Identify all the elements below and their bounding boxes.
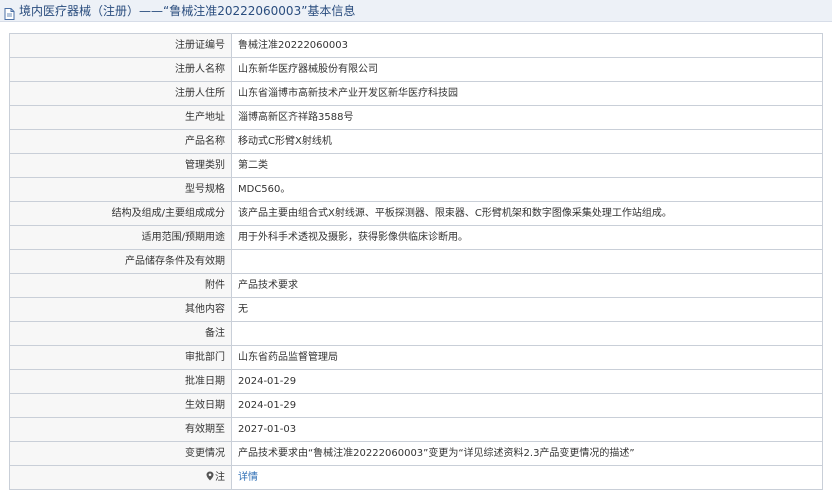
table-row: 注册证编号 鲁械注准20222060003 (9, 33, 823, 58)
field-value: 淄博高新区齐祥路3588号 (231, 105, 823, 130)
field-value: MDC560。 (231, 177, 823, 202)
table-row: 产品储存条件及有效期 (9, 249, 823, 274)
field-label: 注册证编号 (9, 33, 232, 58)
field-value: 该产品主要由组合式X射线源、平板探测器、限束器、C形臂机架和数字图像采集处理工作… (231, 201, 823, 226)
field-value (231, 321, 823, 346)
table-row: 批准日期 2024-01-29 (9, 369, 823, 394)
map-pin-icon (206, 467, 214, 481)
detail-link-cell: 详情 (231, 465, 823, 490)
detail-table-body: 注册证编号 鲁械注准20222060003 注册人名称 山东新华医疗器械股份有限公司… (9, 33, 823, 490)
field-label: 其他内容 (9, 297, 232, 322)
field-label: 管理类别 (9, 153, 232, 178)
table-row: 产品名称 移动式C形臂X射线机 (9, 129, 823, 154)
field-value: 2024-01-29 (231, 369, 823, 394)
field-value: 移动式C形臂X射线机 (231, 129, 823, 154)
field-value: 鲁械注准20222060003 (231, 33, 823, 58)
field-label: 生效日期 (9, 393, 232, 418)
field-label: 批准日期 (9, 369, 232, 394)
field-label: 产品名称 (9, 129, 232, 154)
table-row: 生产地址 淄博高新区齐祥路3588号 (9, 105, 823, 130)
field-value: 用于外科手术透视及摄影，获得影像供临床诊断用。 (231, 225, 823, 250)
table-row: 结构及组成/主要组成成分 该产品主要由组合式X射线源、平板探测器、限束器、C形臂机… (9, 201, 823, 226)
field-value: 山东新华医疗器械股份有限公司 (231, 57, 823, 82)
field-label: 适用范围/预期用途 (9, 225, 232, 250)
field-label: 审批部门 (9, 345, 232, 370)
table-row: 附件 产品技术要求 (9, 273, 823, 298)
field-label: 注册人名称 (9, 57, 232, 82)
detail-table-wrapper: 注册证编号 鲁械注准20222060003 注册人名称 山东新华医疗器械股份有限公司… (9, 33, 823, 490)
table-row: 有效期至 2027-01-03 (9, 417, 823, 442)
table-row: 变更情况 产品技术要求由“鲁械注准20222060003”变更为“详见综述资料2.… (9, 441, 823, 466)
page-header: 境内医疗器械（注册）——“鲁械注准20222060003”基本信息 (0, 0, 832, 22)
field-label: 注册人住所 (9, 81, 232, 106)
field-value (231, 249, 823, 274)
field-label: 型号规格 (9, 177, 232, 202)
table-row: 审批部门 山东省药品监督管理局 (9, 345, 823, 370)
detail-table: 注册证编号 鲁械注准20222060003 注册人名称 山东新华医疗器械股份有限公司… (9, 33, 823, 490)
field-label: 附件 (9, 273, 232, 298)
table-row-footer: 注 详情 (9, 465, 823, 490)
table-row: 生效日期 2024-01-29 (9, 393, 823, 418)
field-value: 第二类 (231, 153, 823, 178)
table-row: 其他内容无 (9, 297, 823, 322)
table-row: 适用范围/预期用途 用于外科手术透视及摄影，获得影像供临床诊断用。 (9, 225, 823, 250)
document-icon (4, 5, 15, 20)
field-label: 生产地址 (9, 105, 232, 130)
field-label: 有效期至 (9, 417, 232, 442)
field-value: 2027-01-03 (231, 417, 823, 442)
field-value: 2024-01-29 (231, 393, 823, 418)
page-title: 境内医疗器械（注册）——“鲁械注准20222060003”基本信息 (19, 4, 356, 18)
field-value: 山东省药品监督管理局 (231, 345, 823, 370)
table-row: 型号规格 MDC560。 (9, 177, 823, 202)
field-value: 产品技术要求 (231, 273, 823, 298)
field-value: 产品技术要求由“鲁械注准20222060003”变更为“详见综述资料2.3产品变… (231, 441, 823, 466)
table-row: 备注 (9, 321, 823, 346)
table-row: 注册人名称 山东新华医疗器械股份有限公司 (9, 57, 823, 82)
field-value: 山东省淄博市高新技术产业开发区新华医疗科技园 (231, 81, 823, 106)
field-label: 产品储存条件及有效期 (9, 249, 232, 274)
note-label-cell: 注 (9, 465, 232, 490)
details-link[interactable]: 详情 (238, 472, 258, 483)
table-row: 管理类别 第二类 (9, 153, 823, 178)
field-value: 无 (231, 297, 823, 322)
table-row: 注册人住所 山东省淄博市高新技术产业开发区新华医疗科技园 (9, 81, 823, 106)
field-label: 结构及组成/主要组成成分 (9, 201, 232, 226)
field-label: 变更情况 (9, 441, 232, 466)
note-label: 注 (215, 472, 225, 483)
field-label: 备注 (9, 321, 232, 346)
